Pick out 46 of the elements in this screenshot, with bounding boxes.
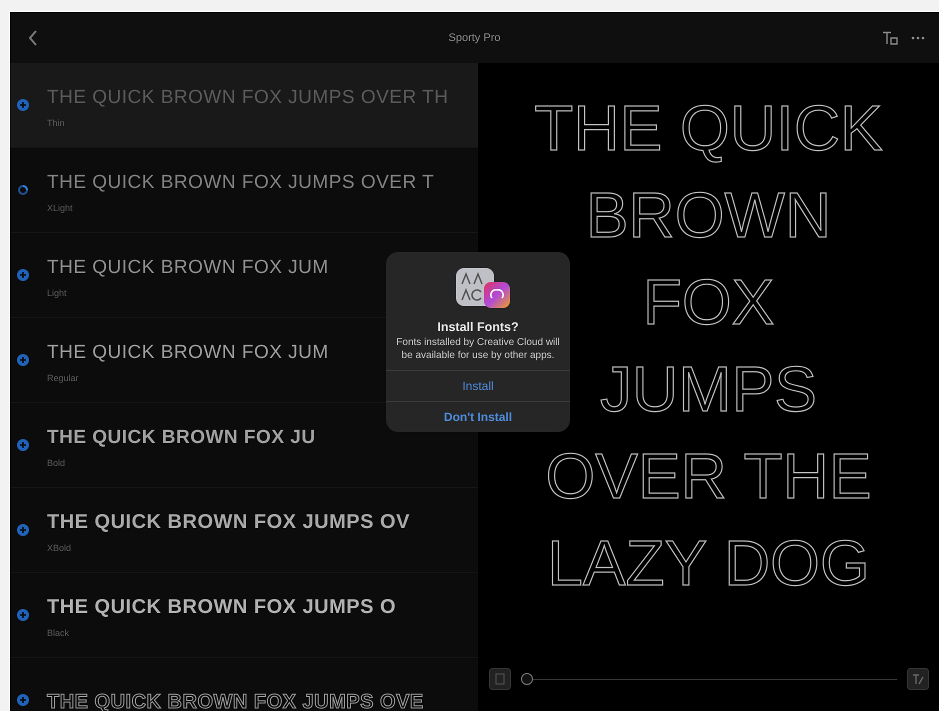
style-name: Thin: [47, 118, 66, 128]
font-app-icon: [454, 266, 512, 310]
preview-text: LAZY DOG: [547, 526, 870, 601]
dialog-button[interactable]: Install: [386, 370, 570, 401]
add-icon[interactable]: [17, 694, 29, 706]
add-icon[interactable]: [17, 354, 29, 366]
style-name: Regular: [47, 372, 80, 382]
window-title: Sporty Pro: [448, 32, 502, 44]
font-sample-text: THE QUICK BROWN FOX JUMPS OVER T: [47, 172, 434, 194]
font-sample-text: THE QUICK BROWN FOX JUMPS OV: [47, 511, 410, 534]
progress-ring-icon[interactable]: [17, 184, 29, 196]
font-style-row[interactable]: THE QUICK BROWN FOX JU Bold: [10, 403, 322, 487]
dialog-message: Fonts installed by Creative Cloud will be available for use by other apps.: [395, 337, 561, 362]
font-sample-text: THE QUICK BROWN FOX JUM: [47, 256, 329, 278]
preview-text: THE QUICK: [534, 91, 883, 166]
preview-text: FOX: [642, 265, 774, 340]
font-sample-text: THE QUICK BROWN FOX JUMPS OVER TH: [47, 86, 448, 108]
style-name: Bold: [47, 458, 66, 468]
font-style-row[interactable]: THE QUICK BROWN FOX JUM Light: [10, 233, 335, 317]
style-name: Black: [47, 628, 70, 638]
font-sample-text: THE QUICK BROWN FOX JUM: [47, 342, 329, 364]
add-icon[interactable]: [17, 609, 29, 621]
font-style-row[interactable]: THE QUICK BROWN FOX JUMPS OVER T XLight: [10, 148, 440, 232]
font-sample-text: THE QUICK BROWN FOX JUMPS O: [47, 596, 396, 619]
font-sample-text: THE QUICK BROWN FOX JU: [47, 426, 316, 448]
add-icon[interactable]: [17, 99, 29, 111]
preview-text: BROWN: [586, 178, 832, 253]
style-name: Light: [47, 288, 68, 298]
font-style-row[interactable]: THE QUICK BROWN FOX JUMPS OV XBold: [10, 488, 416, 572]
add-icon[interactable]: [17, 269, 29, 281]
add-icon[interactable]: [17, 524, 29, 536]
add-icon[interactable]: [17, 439, 29, 451]
dialog-button[interactable]: Don't Install: [386, 401, 570, 432]
back-icon[interactable]: [28, 30, 38, 46]
font-style-row[interactable]: THE QUICK BROWN FOX JUM Regular: [10, 318, 335, 402]
more-icon[interactable]: [911, 36, 925, 40]
style-name: XLight: [47, 202, 74, 212]
font-style-row[interactable]: THE QUICK BROWN FOX JUMPS O Black: [10, 573, 402, 657]
preview-text: JUMPS: [600, 352, 817, 427]
text-size-icon[interactable]: [882, 30, 898, 44]
size-slider[interactable]: [520, 673, 896, 685]
text-edit-icon[interactable]: [906, 668, 928, 690]
image-icon[interactable]: [488, 668, 510, 690]
dialog-title: Install Fonts?: [437, 320, 519, 334]
style-name: XBold: [47, 543, 72, 553]
preview-text: OVER THE: [546, 439, 872, 514]
